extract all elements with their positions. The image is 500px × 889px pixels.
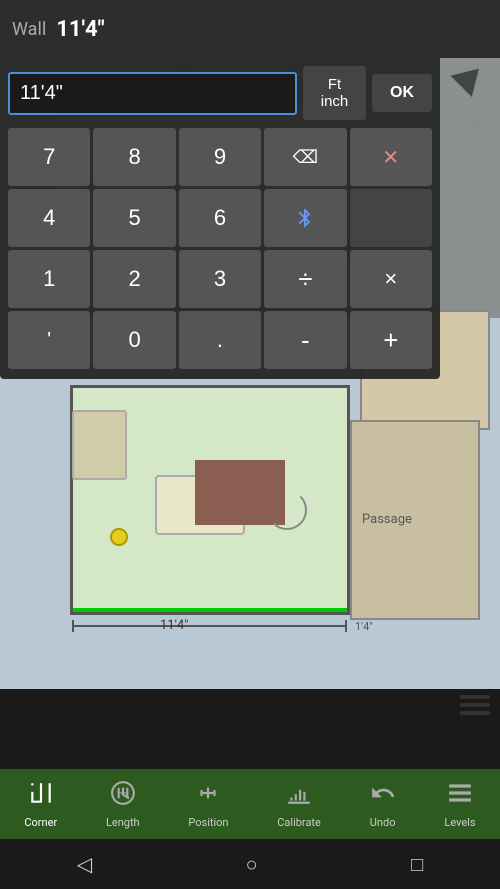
- hamburger-line-3: [460, 711, 490, 715]
- wall-value: 11'4": [56, 17, 104, 42]
- key-2[interactable]: 2: [93, 250, 175, 308]
- key-3[interactable]: 3: [179, 250, 261, 308]
- passage-label: Passage: [362, 512, 412, 527]
- key-plus[interactable]: +: [350, 311, 432, 369]
- dimension-label: 11'4": [160, 618, 188, 633]
- key-0[interactable]: 0: [93, 311, 175, 369]
- key-dot[interactable]: .: [179, 311, 261, 369]
- wall-label: Wall: [12, 19, 46, 40]
- dimension-label-right: 1'4": [355, 620, 373, 633]
- key-7[interactable]: 7: [8, 128, 90, 186]
- key-5[interactable]: 5: [93, 189, 175, 247]
- calibrate-icon: [286, 780, 312, 812]
- hamburger-menu[interactable]: [460, 695, 490, 715]
- key-4[interactable]: 4: [8, 189, 90, 247]
- calc-input[interactable]: [8, 72, 297, 115]
- unit-button[interactable]: Ft inch: [303, 66, 366, 120]
- meas-right: 7': [472, 120, 480, 133]
- key-apostrophe[interactable]: ': [8, 311, 90, 369]
- calculator: Ft inch OK 7 8 9 ⌫ ✕ 4 5 6 1 2 3 ÷ × ' 0…: [0, 58, 440, 379]
- furniture-left: [72, 410, 127, 480]
- recents-button[interactable]: □: [411, 852, 423, 877]
- key-close[interactable]: ✕: [350, 128, 432, 186]
- hamburger-line-1: [460, 695, 490, 699]
- length-label: Length: [106, 816, 140, 829]
- nav-bar: ◁ ○ □: [0, 839, 500, 889]
- keypad: 7 8 9 ⌫ ✕ 4 5 6 1 2 3 ÷ × ' 0 . - +: [0, 124, 440, 379]
- calibrate-label: Calibrate: [277, 816, 321, 829]
- bottom-toolbar: Corner Length Position: [0, 769, 500, 839]
- top-bar: Wall 11'4": [0, 0, 500, 58]
- dimension-line: [72, 625, 347, 627]
- corner-icon: [28, 780, 54, 812]
- key-9[interactable]: 9: [179, 128, 261, 186]
- room-green-border: [73, 608, 347, 612]
- brown-furniture: [195, 460, 285, 525]
- key-backspace[interactable]: ⌫: [264, 128, 346, 186]
- key-1[interactable]: 1: [8, 250, 90, 308]
- toolbar-corner[interactable]: Corner: [24, 780, 57, 829]
- yellow-marker: [110, 528, 128, 546]
- key-bluetooth[interactable]: [264, 189, 346, 247]
- ok-button[interactable]: OK: [372, 74, 432, 112]
- key-divide[interactable]: ÷: [264, 250, 346, 308]
- toolbar-undo[interactable]: Undo: [370, 780, 396, 829]
- corner-label: Corner: [24, 816, 57, 829]
- length-icon: [110, 780, 136, 812]
- undo-label: Undo: [370, 816, 396, 829]
- levels-label: Levels: [444, 816, 475, 829]
- back-button[interactable]: ◁: [77, 852, 92, 876]
- toolbar-levels[interactable]: Levels: [444, 780, 475, 829]
- toolbar-position[interactable]: Position: [188, 780, 228, 829]
- undo-icon: [370, 780, 396, 812]
- hamburger-line-2: [460, 703, 490, 707]
- passage-area: Passage: [350, 420, 480, 620]
- key-minus[interactable]: -: [264, 311, 346, 369]
- key-6[interactable]: 6: [179, 189, 261, 247]
- key-multiply[interactable]: ×: [350, 250, 432, 308]
- position-label: Position: [188, 816, 228, 829]
- home-button[interactable]: ○: [246, 852, 258, 877]
- key-8[interactable]: 8: [93, 128, 175, 186]
- position-icon: [195, 780, 221, 812]
- toolbar-calibrate[interactable]: Calibrate: [277, 780, 321, 829]
- levels-icon: [447, 780, 473, 812]
- key-empty: [350, 189, 432, 247]
- calc-input-row: Ft inch OK: [0, 58, 440, 124]
- toolbar-length[interactable]: Length: [106, 780, 140, 829]
